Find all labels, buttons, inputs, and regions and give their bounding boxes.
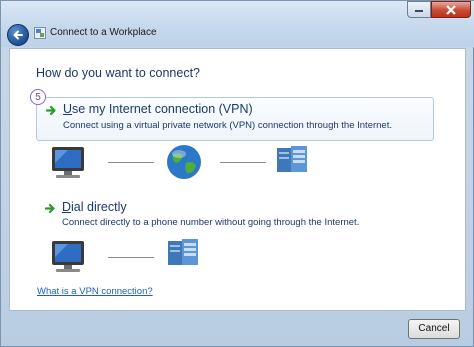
option-dial[interactable]: Dial directly Connect directly to a phon…: [36, 197, 434, 233]
content-panel: How do you want to connect? Use my Inter…: [9, 48, 466, 311]
back-button[interactable]: [7, 24, 29, 46]
computer-icon: [52, 147, 84, 178]
option-vpn-title: Use my Internet connection (VPN): [63, 102, 253, 116]
title-bar: Connect to a Workplace: [1, 1, 474, 47]
server-icon: [168, 239, 198, 265]
dialog-window: Connect to a Workplace How do you want t…: [0, 0, 474, 347]
globe-icon: [167, 145, 201, 179]
option-vpn[interactable]: Use my Internet connection (VPN) Connect…: [36, 97, 434, 141]
step-badge: 5: [30, 89, 46, 105]
page-heading: How do you want to connect?: [36, 66, 200, 80]
option-dial-title: Dial directly: [62, 200, 127, 214]
vpn-help-link[interactable]: What is a VPN connection?: [37, 286, 153, 297]
window-title: Connect to a Workplace: [50, 27, 157, 38]
minimize-icon: [415, 9, 423, 12]
cancel-button[interactable]: Cancel: [408, 319, 460, 339]
computer-icon: [52, 241, 84, 272]
minimize-button[interactable]: [407, 1, 431, 18]
close-icon: [446, 4, 456, 15]
close-button[interactable]: [431, 1, 471, 18]
window-controls: [407, 1, 471, 18]
network-icon: [34, 27, 46, 39]
option-dial-description: Connect directly to a phone number witho…: [62, 217, 360, 228]
option-vpn-description: Connect using a virtual private network …: [63, 120, 392, 131]
green-arrow-icon: [46, 105, 56, 116]
green-arrow-icon: [45, 203, 55, 214]
connector-line: [108, 257, 154, 258]
back-arrow-icon: [13, 30, 23, 40]
connector-line: [108, 162, 154, 163]
footer-bar: Cancel: [9, 311, 466, 344]
server-icon: [277, 146, 307, 172]
connector-line: [220, 162, 266, 163]
